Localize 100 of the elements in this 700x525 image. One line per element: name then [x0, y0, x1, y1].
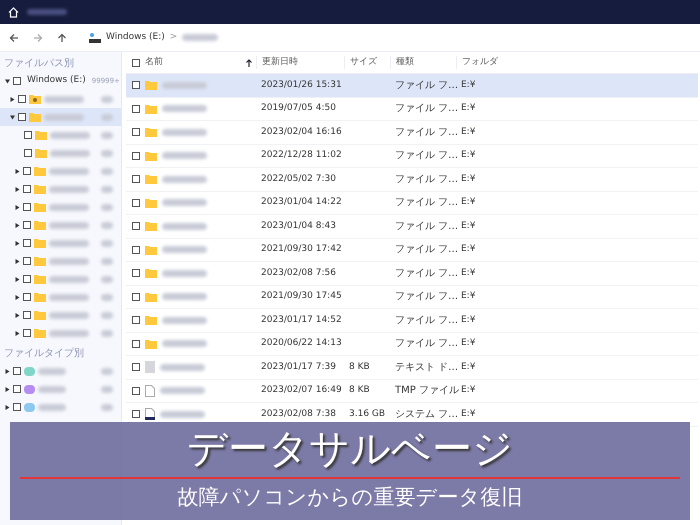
- blurred-name: [162, 176, 207, 183]
- file-row[interactable]: 2021/09/30 17:45 ファイル フ… E:¥: [126, 286, 698, 309]
- file-row[interactable]: 2023/02/08 7:56 ファイル フ… E:¥: [126, 262, 698, 286]
- collapsed-arrow-icon[interactable]: [15, 330, 20, 336]
- blurred-name: [101, 386, 113, 392]
- folder-icon: [145, 221, 157, 232]
- checkbox[interactable]: [132, 198, 140, 207]
- checkbox[interactable]: [23, 275, 31, 283]
- checkbox[interactable]: [132, 58, 140, 66]
- sort-arrow-icon[interactable]: [246, 58, 252, 66]
- checkbox[interactable]: [23, 257, 31, 265]
- collapsed-arrow-icon[interactable]: [15, 294, 20, 300]
- file-row[interactable]: 2023/01/17 14:52 ファイル フ… E:¥: [126, 309, 698, 332]
- checkbox[interactable]: [23, 293, 31, 301]
- checkbox[interactable]: [18, 113, 26, 121]
- collapsed-arrow-icon[interactable]: [15, 204, 20, 210]
- blurred-name: [49, 186, 89, 192]
- checkbox[interactable]: [132, 128, 140, 136]
- checkbox[interactable]: [23, 239, 31, 247]
- home-icon[interactable]: [8, 6, 19, 18]
- checkbox[interactable]: [132, 246, 140, 254]
- file-row[interactable]: 2023/01/17 7:39 8 KB テキスト ド… E:¥: [126, 356, 698, 380]
- column-header[interactable]: 更新日時: [262, 56, 298, 67]
- checkbox[interactable]: [23, 329, 31, 337]
- blurred-name: [160, 387, 205, 394]
- back-arrow-icon[interactable]: [9, 32, 19, 42]
- checkbox[interactable]: [24, 131, 32, 139]
- file-row[interactable]: 2023/01/04 8:43 ファイル フ… E:¥: [126, 215, 698, 238]
- checkbox[interactable]: [23, 185, 31, 193]
- collapsed-arrow-icon[interactable]: [15, 240, 20, 246]
- file-row[interactable]: 2019/07/05 4:50 ファイル フ… E:¥: [126, 98, 698, 121]
- collapsed-arrow-icon[interactable]: [15, 186, 20, 192]
- checkbox[interactable]: [132, 316, 140, 324]
- blurred-name: [101, 150, 113, 156]
- expanded-arrow-icon[interactable]: [5, 78, 10, 84]
- collapsed-arrow-icon[interactable]: [15, 276, 20, 282]
- checkbox[interactable]: [132, 410, 140, 418]
- checkbox[interactable]: [132, 269, 140, 278]
- expanded-arrow-icon[interactable]: [10, 114, 15, 120]
- file-row[interactable]: 2023/02/07 16:49 8 KB TMP ファイル E:¥: [126, 380, 698, 403]
- checkbox[interactable]: [132, 340, 140, 348]
- file-row[interactable]: 2023/01/26 15:31 ファイル フ… E:¥: [126, 74, 698, 98]
- checkbox[interactable]: [23, 203, 31, 211]
- checkbox[interactable]: [132, 104, 140, 113]
- file-row[interactable]: 2023/01/04 14:22 ファイル フ… E:¥: [126, 192, 698, 215]
- up-arrow-icon[interactable]: [57, 32, 67, 42]
- collapsed-arrow-icon[interactable]: [15, 312, 20, 318]
- blurred-name: [101, 96, 113, 102]
- checkbox[interactable]: [132, 363, 140, 372]
- file-row[interactable]: 2023/02/04 16:16 ファイル フ… E:¥: [126, 121, 698, 144]
- checkbox[interactable]: [18, 95, 26, 103]
- checkbox[interactable]: [23, 221, 31, 229]
- folder-icon: [145, 80, 157, 90]
- collapsed-arrow-icon[interactable]: [5, 404, 10, 410]
- checkbox[interactable]: [132, 175, 140, 184]
- folder-icon: [145, 244, 157, 255]
- checkbox[interactable]: [132, 386, 140, 395]
- file-row[interactable]: 2021/09/30 17:42 ファイル フ… E:¥: [126, 238, 698, 262]
- file-row[interactable]: 2020/06/22 14:13 ファイル フ… E:¥: [126, 332, 698, 356]
- column-header[interactable]: 名前: [145, 56, 163, 70]
- date-cell-text: 2023/01/04 14:22: [260, 196, 343, 209]
- blurred-name: [182, 34, 218, 41]
- checkbox[interactable]: [132, 222, 140, 230]
- checkbox[interactable]: [23, 311, 31, 319]
- checkbox[interactable]: [23, 167, 31, 175]
- file-row[interactable]: 2022/05/02 7:30 ファイル フ… E:¥: [126, 168, 698, 192]
- column-header[interactable]: 種類: [396, 56, 414, 67]
- folder-cell-text: E:¥: [460, 408, 476, 420]
- checkbox[interactable]: [132, 292, 140, 301]
- file-row[interactable]: 2022/12/28 11:02 ファイル フ… E:¥: [126, 144, 698, 168]
- blurred-name: [101, 312, 113, 318]
- blurred-name: [162, 270, 207, 277]
- collapsed-arrow-icon[interactable]: [15, 168, 20, 174]
- collapsed-arrow-icon[interactable]: [15, 258, 20, 264]
- checkbox[interactable]: [132, 152, 140, 160]
- blurred-name: [49, 330, 89, 336]
- type-cell-text: ファイル フ…: [394, 266, 456, 281]
- blurred-name: [44, 114, 84, 120]
- blurred-name: [101, 294, 113, 300]
- checkbox[interactable]: [13, 403, 21, 411]
- column-header[interactable]: フォルダ: [462, 56, 498, 67]
- checkbox[interactable]: [13, 77, 21, 85]
- folder-cell-text: E:¥: [460, 172, 476, 186]
- collapsed-arrow-icon[interactable]: [10, 96, 15, 102]
- folder-cell-text: E:¥: [460, 360, 476, 374]
- blurred-name: [101, 240, 113, 246]
- checkbox[interactable]: [13, 385, 21, 393]
- checkbox[interactable]: [24, 149, 32, 157]
- date-cell-text: 2023/01/04 8:43: [260, 220, 337, 232]
- collapsed-arrow-icon[interactable]: [5, 386, 10, 392]
- blurred-name: [162, 128, 207, 136]
- breadcrumb-drive[interactable]: Windows (E:): [106, 30, 165, 44]
- collapsed-arrow-icon[interactable]: [15, 222, 20, 228]
- column-header[interactable]: サイズ: [350, 56, 377, 67]
- checkbox[interactable]: [13, 367, 21, 375]
- checkbox[interactable]: [132, 81, 140, 90]
- blurred-name: [162, 246, 207, 254]
- collapsed-arrow-icon[interactable]: [5, 368, 10, 374]
- blurred-name: [49, 222, 89, 228]
- blurred-name: [101, 132, 113, 138]
